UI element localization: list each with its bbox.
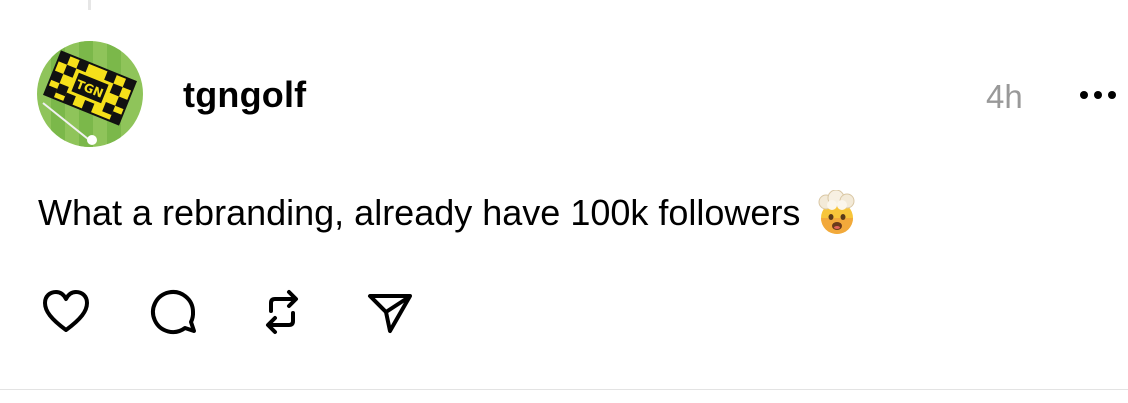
comment-icon [151, 290, 196, 334]
post-body: What a rebranding, already have 100k fol… [38, 189, 860, 236]
post-divider [0, 389, 1128, 390]
more-dot [1080, 91, 1088, 99]
post-text: What a rebranding, already have 100k fol… [38, 192, 801, 233]
repost-button[interactable] [254, 284, 310, 340]
exploding-head-emoji-icon [814, 189, 860, 236]
like-button[interactable] [38, 284, 94, 340]
avatar[interactable]: TGN [37, 41, 143, 147]
post-timestamp: 4h [986, 78, 1023, 115]
send-icon [368, 294, 412, 333]
comment-button[interactable] [146, 284, 202, 340]
more-dot [1094, 91, 1102, 99]
repost-icon [266, 290, 298, 334]
post: TGN tgngolf 4h What a rebranding, alread… [0, 0, 1128, 403]
heart-icon [43, 290, 89, 332]
tgn-golf-logo: TGN [37, 41, 143, 147]
more-dot [1108, 91, 1116, 99]
more-options-button[interactable] [1075, 80, 1121, 110]
username[interactable]: tgngolf [183, 74, 306, 116]
share-button[interactable] [362, 284, 418, 340]
